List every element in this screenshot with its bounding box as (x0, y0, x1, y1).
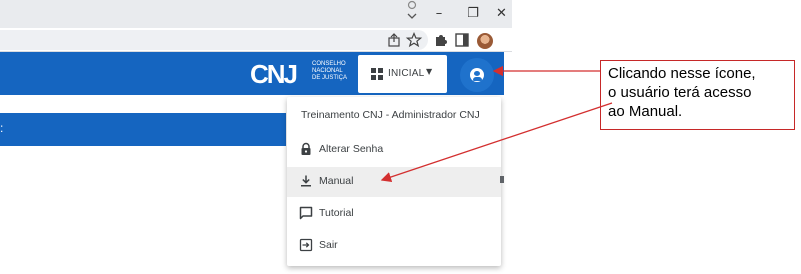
account-circle-icon (470, 68, 484, 82)
menu-item-tutorial[interactable]: Tutorial (287, 199, 501, 229)
home-button[interactable]: INICIAL ▼ (358, 55, 447, 93)
menu-item-label: Alterar Senha (319, 143, 384, 155)
logout-icon (299, 238, 313, 252)
caret-down-icon: ▼ (426, 67, 433, 76)
dashboard-grid-icon (371, 68, 383, 80)
browser-title-bar: – ❐ ✕ (0, 0, 512, 28)
callout-line: ao Manual. (608, 103, 683, 120)
home-button-label: INICIAL (388, 68, 425, 79)
menu-user-name: Treinamento CNJ - Administrador CNJ (301, 109, 480, 121)
menu-item-label: Manual (319, 175, 354, 187)
share-icon[interactable] (385, 31, 403, 49)
menu-item-label: Sair (319, 239, 338, 251)
profile-avatar[interactable] (477, 33, 493, 49)
close-button[interactable]: ✕ (496, 4, 510, 24)
message-square-icon (299, 206, 313, 220)
secondary-toolbar: : (0, 113, 286, 146)
menu-item-manual[interactable]: Manual (287, 167, 501, 197)
user-dropdown-menu: Treinamento CNJ - Administrador CNJ Alte… (287, 97, 501, 266)
callout-line: Clicando nesse ícone, (608, 65, 756, 82)
menu-item-alterar-senha[interactable]: Alterar Senha (287, 135, 501, 165)
scrollbar-thumb[interactable] (500, 176, 504, 183)
instruction-callout: Clicando nesse ícone, o usuário terá ace… (600, 60, 795, 130)
side-panel-icon[interactable] (453, 31, 471, 49)
address-bar[interactable] (0, 30, 428, 50)
menu-item-label: Tutorial (319, 207, 354, 219)
callout-line: o usuário terá acesso (608, 84, 752, 101)
lock-icon (301, 142, 311, 155)
menu-item-sair[interactable]: Sair (287, 231, 501, 261)
toolbar-glyph: : (0, 121, 4, 135)
puzzle-icon[interactable] (432, 31, 450, 49)
browser-address-row (0, 28, 512, 52)
download-icon (301, 175, 311, 187)
restore-button[interactable]: ❐ (463, 4, 483, 24)
account-menu-button[interactable] (460, 58, 494, 92)
star-icon[interactable] (405, 31, 423, 49)
tab-search-icon[interactable] (402, 0, 422, 22)
minimize-button[interactable]: – (429, 4, 449, 24)
logo-mark: CNJ (250, 59, 298, 89)
